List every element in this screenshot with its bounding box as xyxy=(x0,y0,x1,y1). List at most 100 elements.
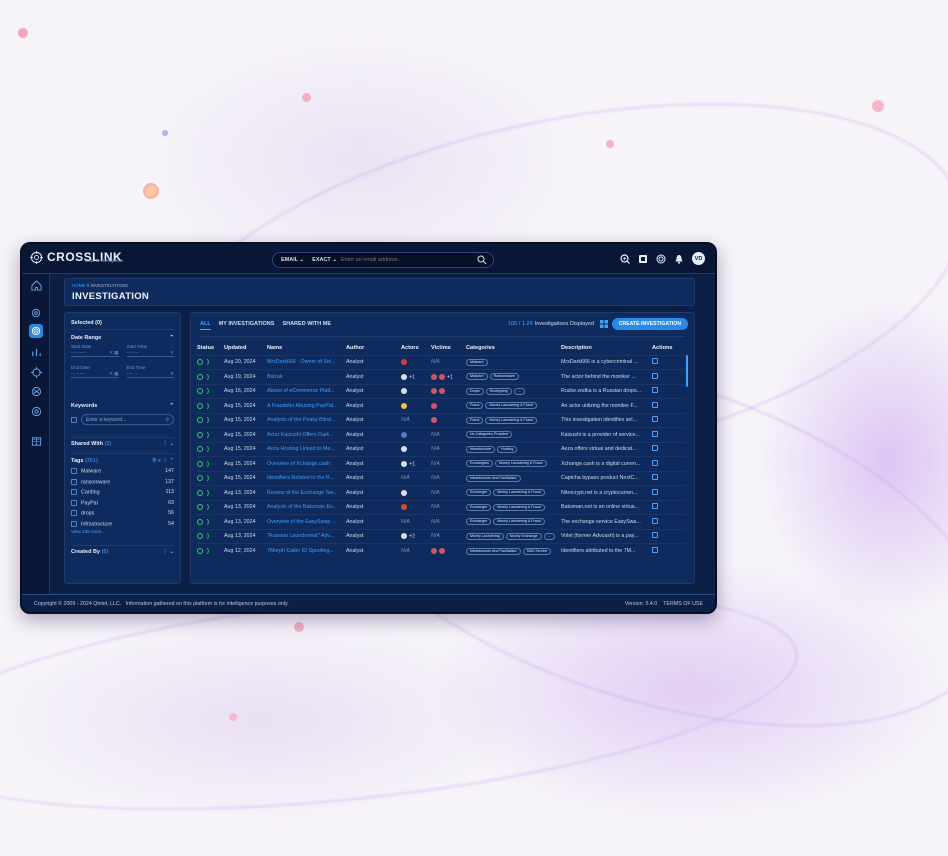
category-pill[interactable]: Infrastructure And Facilitation xyxy=(466,547,521,555)
fingerprint-icon[interactable] xyxy=(656,254,666,264)
search-icon[interactable] xyxy=(477,255,487,265)
table-row[interactable]: ) Aug 12, 2024 7Morph Caller ID Spoofing..… xyxy=(197,543,687,558)
end-time-input[interactable]: --:-- -- ✕ xyxy=(126,370,174,378)
investigation-name-link[interactable]: Analysis of the Baksman Ex... xyxy=(267,499,346,515)
tab-all[interactable]: ALL xyxy=(200,321,211,330)
category-pill[interactable]: Money Laundering & Fraud xyxy=(493,518,545,526)
nav-search[interactable] xyxy=(29,306,43,320)
clear-icon[interactable]: ✕ xyxy=(170,371,174,377)
calendar-icon[interactable]: ✕ ▦ xyxy=(109,371,118,377)
table-row[interactable]: ) Aug 13, 2024 Review of the Exchange Ser.… xyxy=(197,485,687,500)
investigation-name-link[interactable]: A Fraudster Abusing PayPal... xyxy=(267,398,346,413)
table-row[interactable]: ) Aug 15, 2024 A Fraudster Abusing PayPal.… xyxy=(197,398,687,413)
category-pill[interactable]: Exchanger xyxy=(466,503,492,511)
chevron-up-icon[interactable]: ⌃ xyxy=(169,403,174,409)
category-pill[interactable]: Infrastructure And Facilitation xyxy=(466,474,521,482)
tag-checkbox[interactable] xyxy=(71,510,77,517)
tag-checkbox[interactable] xyxy=(71,489,77,496)
nav-home[interactable] xyxy=(29,278,43,292)
investigation-name-link[interactable]: Aeza Hosting Linked to Me... xyxy=(267,441,346,457)
tag-item[interactable]: Infrastructure 54 xyxy=(71,519,174,530)
clear-icon[interactable]: ✕ xyxy=(170,350,174,356)
keyword-checkbox[interactable] xyxy=(71,416,77,423)
tag-checkbox[interactable] xyxy=(71,468,77,475)
category-pill[interactable]: Ransomware xyxy=(489,373,519,381)
copy-icon[interactable] xyxy=(652,430,658,437)
end-date-input[interactable]: --.--.---- ✕ ▦ xyxy=(71,370,119,378)
create-investigation-button[interactable]: CREATE INVESTIGATION xyxy=(611,318,688,330)
zoom-search-icon[interactable] xyxy=(620,253,630,264)
bell-icon[interactable] xyxy=(674,254,684,264)
category-pill[interactable]: Money Laundering & Fraud xyxy=(494,460,547,468)
category-pill[interactable]: Exchangers xyxy=(466,460,493,468)
column-header[interactable]: Actions xyxy=(652,341,687,355)
table-scrollbar[interactable] xyxy=(686,355,688,387)
table-row[interactable]: ) Aug 20, 2024 MrxDark666 - Owner of Sel..… xyxy=(197,354,687,370)
terms-of-use-link[interactable]: TERMS OF USE xyxy=(663,601,703,607)
copy-icon[interactable] xyxy=(652,416,658,423)
nav-library[interactable] xyxy=(29,434,43,448)
start-date-input[interactable]: --.--.---- ✕ ▦ xyxy=(71,349,119,357)
copy-icon[interactable] xyxy=(652,372,658,379)
investigation-name-link[interactable]: Overview of Xchange.cash xyxy=(267,456,346,471)
table-row[interactable]: ) Aug 13, 2024 Overview of the EasySwap ..… xyxy=(197,514,687,529)
table-row[interactable]: ) Aug 13, 2024 "Russian Laundromat" Adv...… xyxy=(197,528,687,544)
column-header[interactable]: Status xyxy=(197,341,224,355)
keyword-input[interactable]: Enter a keyword... ⚲ xyxy=(81,414,174,425)
tag-item[interactable]: Malware 147 xyxy=(71,466,174,477)
category-pill[interactable]: Exchanger xyxy=(466,518,492,526)
investigation-name-link[interactable]: Review of the Exchange Ser... xyxy=(267,485,346,500)
calendar-icon[interactable]: ✕ ▦ xyxy=(109,350,118,356)
copy-icon[interactable] xyxy=(652,503,658,510)
nav-investigations[interactable] xyxy=(29,324,43,338)
table-row[interactable]: ) Aug 15, 2024 Identifiers Related to the … xyxy=(197,470,687,486)
column-header[interactable]: Author xyxy=(346,341,401,355)
copy-icon[interactable] xyxy=(652,387,658,394)
category-pill[interactable]: Money Laundering & Fraud xyxy=(485,402,537,410)
created-by-section[interactable]: Created By (5) ⋮ ⌄ xyxy=(71,549,174,555)
column-header[interactable]: Categories xyxy=(466,341,561,355)
category-pill[interactable]: Fraud xyxy=(466,402,484,410)
copy-icon[interactable] xyxy=(652,488,658,495)
category-pill[interactable]: Money Laundering & Fraud xyxy=(485,416,537,424)
column-header[interactable]: Actors xyxy=(401,341,431,355)
nav-target[interactable] xyxy=(29,365,43,379)
tags-actions-icon[interactable]: ⚲ ≡ ⋮ ⌃ xyxy=(152,458,174,464)
breadcrumb-home[interactable]: HOME xyxy=(72,283,86,288)
chevron-up-icon[interactable]: ⌃ xyxy=(169,335,174,341)
copy-icon[interactable] xyxy=(652,517,658,524)
category-pill[interactable]: Fraud xyxy=(466,416,484,424)
category-pill[interactable]: Hosting xyxy=(497,445,518,453)
table-row[interactable]: ) Aug 15, 2024 Overview of Xchange.cash Ana… xyxy=(197,456,687,471)
column-header[interactable]: Description xyxy=(561,341,652,355)
nav-graph[interactable] xyxy=(29,345,43,359)
investigation-name-link[interactable]: Analysis of the Peaky Blind... xyxy=(267,412,346,428)
category-pill[interactable]: Money Laundering & Fraud xyxy=(493,489,545,497)
column-header[interactable]: Updated xyxy=(224,341,267,355)
investigation-name-link[interactable]: 7Morph Caller ID Spoofing... xyxy=(267,543,346,558)
nav-network[interactable] xyxy=(29,384,43,398)
copy-icon[interactable] xyxy=(652,547,658,553)
tag-checkbox[interactable] xyxy=(71,520,77,527)
start-time-input[interactable]: --:-- -- ✕ xyxy=(126,349,174,357)
tag-item[interactable]: drops 56 xyxy=(71,508,174,519)
search-mode-select[interactable]: EXACT ⌄ xyxy=(308,257,341,263)
user-avatar[interactable]: VD xyxy=(692,252,705,265)
tag-item[interactable]: Carding 113 xyxy=(71,487,174,498)
tag-item[interactable]: ransomware 137 xyxy=(71,477,174,488)
copy-icon[interactable] xyxy=(652,358,658,365)
investigation-name-link[interactable]: Identifiers Related to the R... xyxy=(267,470,346,486)
table-row[interactable]: ) Aug 16, 2024 Abuse of eCommerce Platf...… xyxy=(197,383,687,399)
category-pill[interactable]: SMS Service xyxy=(522,547,552,555)
tag-checkbox[interactable] xyxy=(71,499,77,506)
document-icon[interactable] xyxy=(638,254,648,264)
investigation-name-link[interactable]: Bslzak xyxy=(267,369,346,384)
more-menu-icon[interactable]: ⋮ ⌄ xyxy=(162,549,174,555)
category-pill[interactable]: Infrastructure xyxy=(466,445,496,453)
tag-checkbox[interactable] xyxy=(71,478,77,485)
view-more-tags-link[interactable]: View 345 more... xyxy=(71,529,174,534)
category-pill[interactable]: Malware xyxy=(466,358,488,366)
category-pill[interactable]: No Categories Provided xyxy=(466,431,513,439)
category-pill[interactable]: Drops xyxy=(466,387,484,395)
category-pill[interactable]: Reshipping xyxy=(485,387,512,395)
